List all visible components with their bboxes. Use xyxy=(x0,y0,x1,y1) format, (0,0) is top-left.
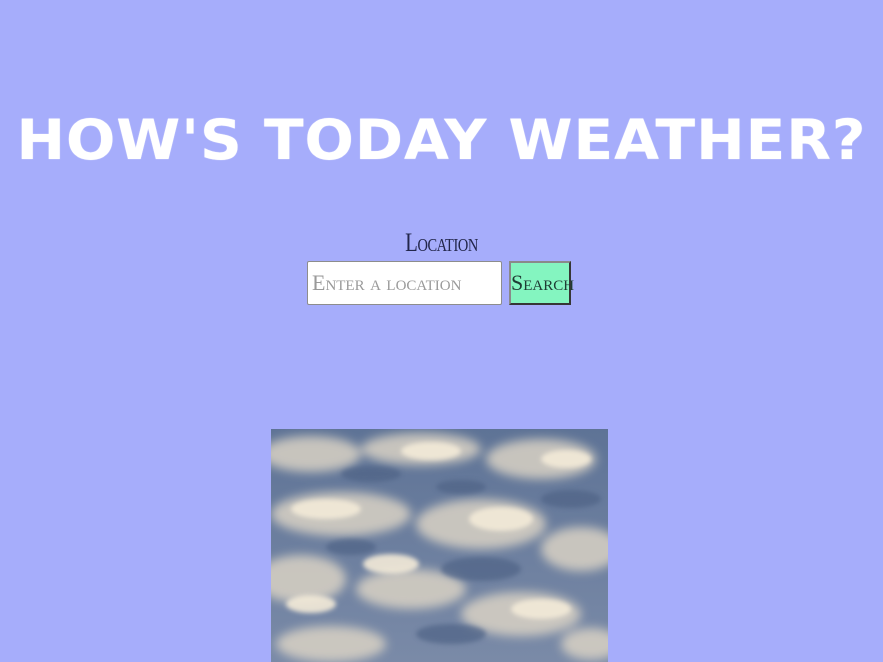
search-row: Search xyxy=(307,261,577,305)
location-label: Location xyxy=(405,228,478,257)
weather-image xyxy=(271,429,608,662)
search-button[interactable]: Search xyxy=(509,261,574,305)
clouds-photo-icon xyxy=(271,429,608,662)
location-input[interactable] xyxy=(307,261,502,305)
search-form: Location Search xyxy=(0,228,883,305)
page-title: HOW'S TODAY WEATHER? xyxy=(16,107,867,173)
page: HOW'S TODAY WEATHER? Location Search xyxy=(0,0,883,662)
